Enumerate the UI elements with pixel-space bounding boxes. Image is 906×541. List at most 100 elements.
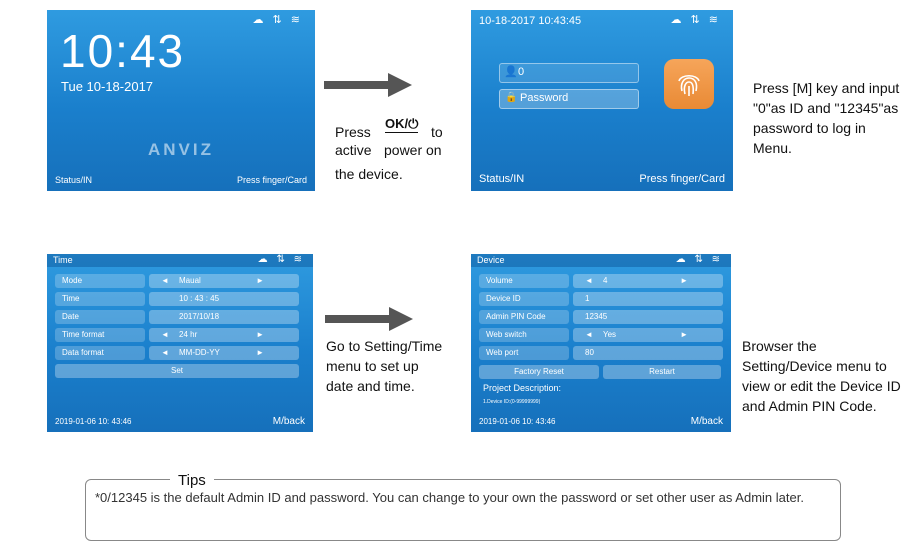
user-icon: 👤 — [504, 66, 518, 78]
back-label: M/back — [272, 416, 305, 427]
user-id-value: 0 — [518, 66, 525, 78]
step2-line: Menu. — [753, 140, 792, 156]
step2-line: "0"as ID and "12345"as — [753, 100, 899, 116]
setting-value[interactable]: 80 — [573, 346, 723, 360]
setting-label: Admin PIN Code — [479, 310, 569, 324]
setting-value-text: 1 — [585, 294, 590, 303]
left-arrow-icon[interactable]: ◄ — [161, 348, 169, 357]
step4-line: Setting/Device menu to — [742, 358, 887, 374]
step1-instruction: Press OK/⏻ to active power on the device… — [335, 116, 465, 186]
setting-label-text: Mode — [62, 276, 83, 285]
step3-line: Go to Setting/Time — [326, 338, 443, 354]
step2-instruction: Press [M] key and input "0"as ID and "12… — [753, 78, 906, 158]
setting-label-text: Time format — [62, 330, 105, 339]
setting-value-text: 24 hr — [179, 330, 198, 339]
step3-line: date and time. — [326, 378, 415, 394]
setting-value-text: 10 : 43 : 45 — [179, 294, 220, 303]
setting-value-text: 4 — [603, 276, 608, 285]
password-field[interactable]: 🔒 Password — [499, 89, 639, 109]
datetime-footer: 2019-01-06 10: 43:46 — [479, 417, 556, 426]
setting-label-text: Date — [62, 312, 79, 321]
step2-line: Press [M] key and input — [753, 80, 900, 96]
factory-reset-button[interactable]: Factory Reset — [479, 365, 599, 379]
project-description-detail: 1.Device ID:(0-99999999) — [483, 399, 541, 405]
ok-power-key-icon: OK/⏻ — [385, 116, 419, 133]
setting-label-text: Web switch — [486, 330, 527, 339]
setting-label: Time — [55, 292, 145, 306]
setting-label-text: Admin PIN Code — [486, 312, 546, 321]
datetime-label: 10-18-2017 10:43:45 — [479, 15, 582, 27]
step4-instruction: Browser the Setting/Device menu to view … — [742, 336, 906, 416]
setting-value[interactable]: 2017/10/18 — [149, 310, 299, 324]
setting-value[interactable]: ◄ Yes ► — [573, 328, 723, 342]
brand-logo: ANVIZ — [148, 140, 214, 159]
press-finger-label: Press finger/Card — [639, 173, 725, 185]
setting-label-text: Volume — [486, 276, 513, 285]
setting-value[interactable]: ◄ MM-DD-YY ► — [149, 346, 299, 360]
setting-value[interactable]: ◄ 24 hr ► — [149, 328, 299, 342]
setting-label: Date — [55, 310, 145, 324]
status-icons: ☁ ⇅ ≋ — [675, 254, 723, 265]
project-description-label: Project Description: — [483, 383, 562, 393]
step4-line: and Admin PIN Code. — [742, 398, 877, 414]
step1-active: active — [335, 142, 372, 158]
press-finger-label: Press finger/Card — [236, 175, 307, 185]
setting-value-text: Yes — [603, 330, 617, 339]
setting-label: Web port — [479, 346, 569, 360]
status-label: Status/IN — [55, 175, 93, 185]
status-label: Status/IN — [479, 173, 525, 185]
setting-label: Data format — [55, 346, 145, 360]
time-settings-screen: Time ☁ ⇅ ≋ Mode ◄ Maual ► Time 10 : 43 :… — [47, 254, 313, 432]
step3-instruction: Go to Setting/Time menu to set up date a… — [326, 336, 466, 396]
setting-label-text: Time — [62, 294, 80, 303]
lock-icon: 🔒 — [505, 92, 518, 103]
step1-power-on: power on — [384, 142, 442, 158]
setting-label-text: Device ID — [486, 294, 521, 303]
restart-button[interactable]: Restart — [603, 365, 721, 379]
step4-line: view or edit the Device ID — [742, 378, 901, 394]
setting-label: Volume — [479, 274, 569, 288]
status-icons: ☁ ⇅ ≋ — [257, 254, 305, 265]
step3-line: menu to set up — [326, 358, 419, 374]
setting-label-text: Web port — [486, 348, 519, 357]
datetime-footer: 2019-01-06 10: 43:46 — [55, 417, 132, 426]
setting-value[interactable]: ◄ Maual ► — [149, 274, 299, 288]
step2-line: password to log in — [753, 120, 866, 136]
right-arrow-icon[interactable]: ► — [680, 330, 688, 339]
arrow-icon — [325, 307, 413, 331]
tips-title: Tips — [170, 472, 214, 489]
fingerprint-icon — [678, 74, 700, 96]
back-label: M/back — [690, 416, 723, 427]
user-id-field[interactable]: 👤 0 — [499, 63, 639, 83]
right-arrow-icon[interactable]: ► — [256, 276, 264, 285]
clock-time: 10:43 — [60, 25, 186, 77]
left-arrow-icon[interactable]: ◄ — [585, 276, 593, 285]
screen-header: Time ☁ ⇅ ≋ — [47, 254, 313, 267]
screen-title: Device — [477, 255, 505, 265]
right-arrow-icon[interactable]: ► — [256, 330, 264, 339]
setting-value-text: 12345 — [585, 312, 608, 321]
step1-to: to — [431, 124, 443, 140]
setting-value[interactable]: 12345 — [573, 310, 723, 324]
left-arrow-icon[interactable]: ◄ — [161, 276, 169, 285]
status-icons: ☁ ⇅ ≋ — [670, 14, 721, 26]
left-arrow-icon[interactable]: ◄ — [161, 330, 169, 339]
step1-press: Press — [335, 124, 371, 140]
setting-value[interactable]: 1 — [573, 292, 723, 306]
setting-label: Time format — [55, 328, 145, 342]
tips-divider — [125, 479, 165, 480]
set-button[interactable]: Set — [55, 364, 299, 378]
setting-value-text: 2017/10/18 — [179, 312, 220, 321]
step4-line: Browser the — [742, 338, 817, 354]
login-screen: 10-18-2017 10:43:45 ☁ ⇅ ≋ 👤 0 🔒 Password… — [471, 10, 733, 191]
setting-value[interactable]: ◄ 4 ► — [573, 274, 723, 288]
setting-label: Device ID — [479, 292, 569, 306]
right-arrow-icon[interactable]: ► — [680, 276, 688, 285]
arrow-icon — [324, 73, 412, 97]
left-arrow-icon[interactable]: ◄ — [585, 330, 593, 339]
setting-value[interactable]: 10 : 43 : 45 — [149, 292, 299, 306]
right-arrow-icon[interactable]: ► — [256, 348, 264, 357]
fingerprint-button[interactable] — [664, 59, 714, 109]
setting-value-text: 80 — [585, 348, 594, 357]
setting-label-text: Data format — [62, 348, 104, 357]
